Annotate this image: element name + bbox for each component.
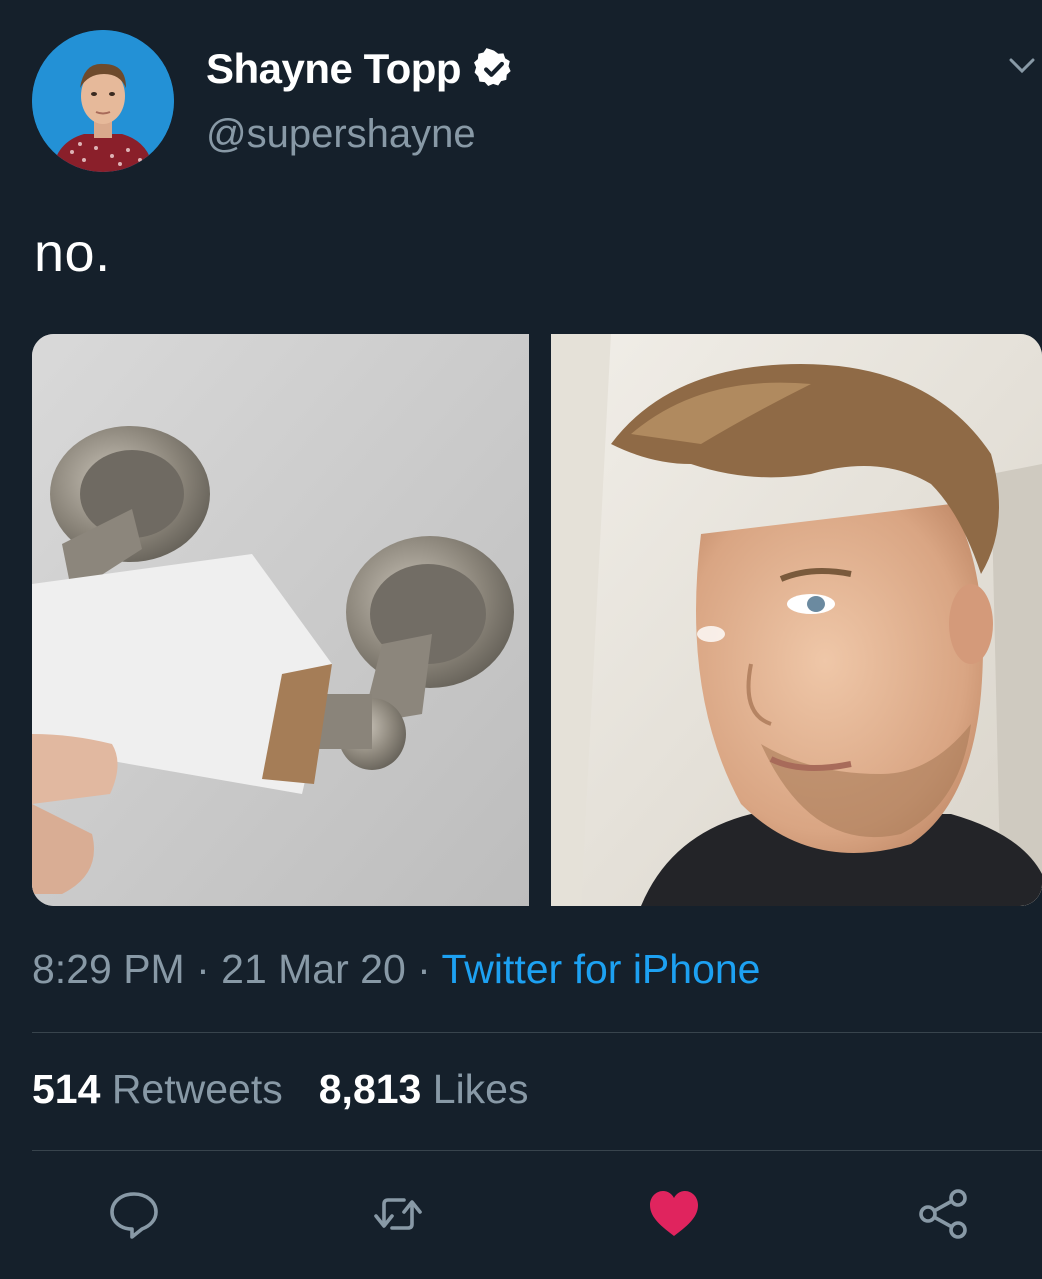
share-button[interactable]: [916, 1186, 972, 1242]
like-button[interactable]: [646, 1186, 702, 1242]
avatar-photo: [32, 30, 174, 172]
retweets-label: Retweets: [111, 1066, 283, 1112]
retweets-count: 514: [32, 1066, 101, 1112]
divider: [32, 1150, 1042, 1151]
chevron-down-icon[interactable]: [1008, 56, 1036, 76]
avatar[interactable]: [32, 30, 174, 172]
likes-count: 8,813: [318, 1066, 422, 1112]
meta-separator: ·: [184, 946, 222, 992]
tweet-time: 8:29 PM: [32, 946, 185, 992]
author-name-row[interactable]: Shayne Topp: [206, 42, 515, 96]
retweet-button[interactable]: [370, 1186, 426, 1242]
reply-button[interactable]: [106, 1186, 162, 1242]
retweet-icon: [374, 1198, 422, 1230]
tweet-meta: 8:29 PM · 21 Mar 20 · Twitter for iPhone: [32, 946, 760, 993]
reply-icon: [110, 1192, 158, 1239]
verified-badge-icon: [473, 48, 515, 90]
man-selfie-photo: [551, 334, 1042, 906]
heart-icon: [650, 1191, 698, 1236]
media-image-2[interactable]: [551, 334, 1042, 906]
toilet-paper-roll-photo: [32, 334, 529, 906]
divider: [32, 1032, 1042, 1033]
tweet-card: Shayne Topp @supershayne no. 8:29 PM · 2…: [0, 0, 1042, 1279]
share-icon: [919, 1189, 967, 1239]
retweets-stat[interactable]: 514 Retweets: [32, 1066, 283, 1113]
likes-stat[interactable]: 8,813 Likes: [319, 1066, 529, 1113]
meta-separator: ·: [405, 946, 442, 992]
likes-label: Likes: [432, 1066, 529, 1112]
author-handle[interactable]: @supershayne: [206, 112, 476, 157]
tweet-stats: 514 Retweets 8,813 Likes: [32, 1066, 528, 1113]
display-name[interactable]: Shayne Topp: [206, 45, 462, 93]
media-image-1[interactable]: [32, 334, 529, 906]
tweet-source-link[interactable]: Twitter for iPhone: [441, 946, 760, 992]
tweet-date: 21 Mar 20: [221, 946, 406, 992]
tweet-text: no.: [34, 223, 111, 283]
